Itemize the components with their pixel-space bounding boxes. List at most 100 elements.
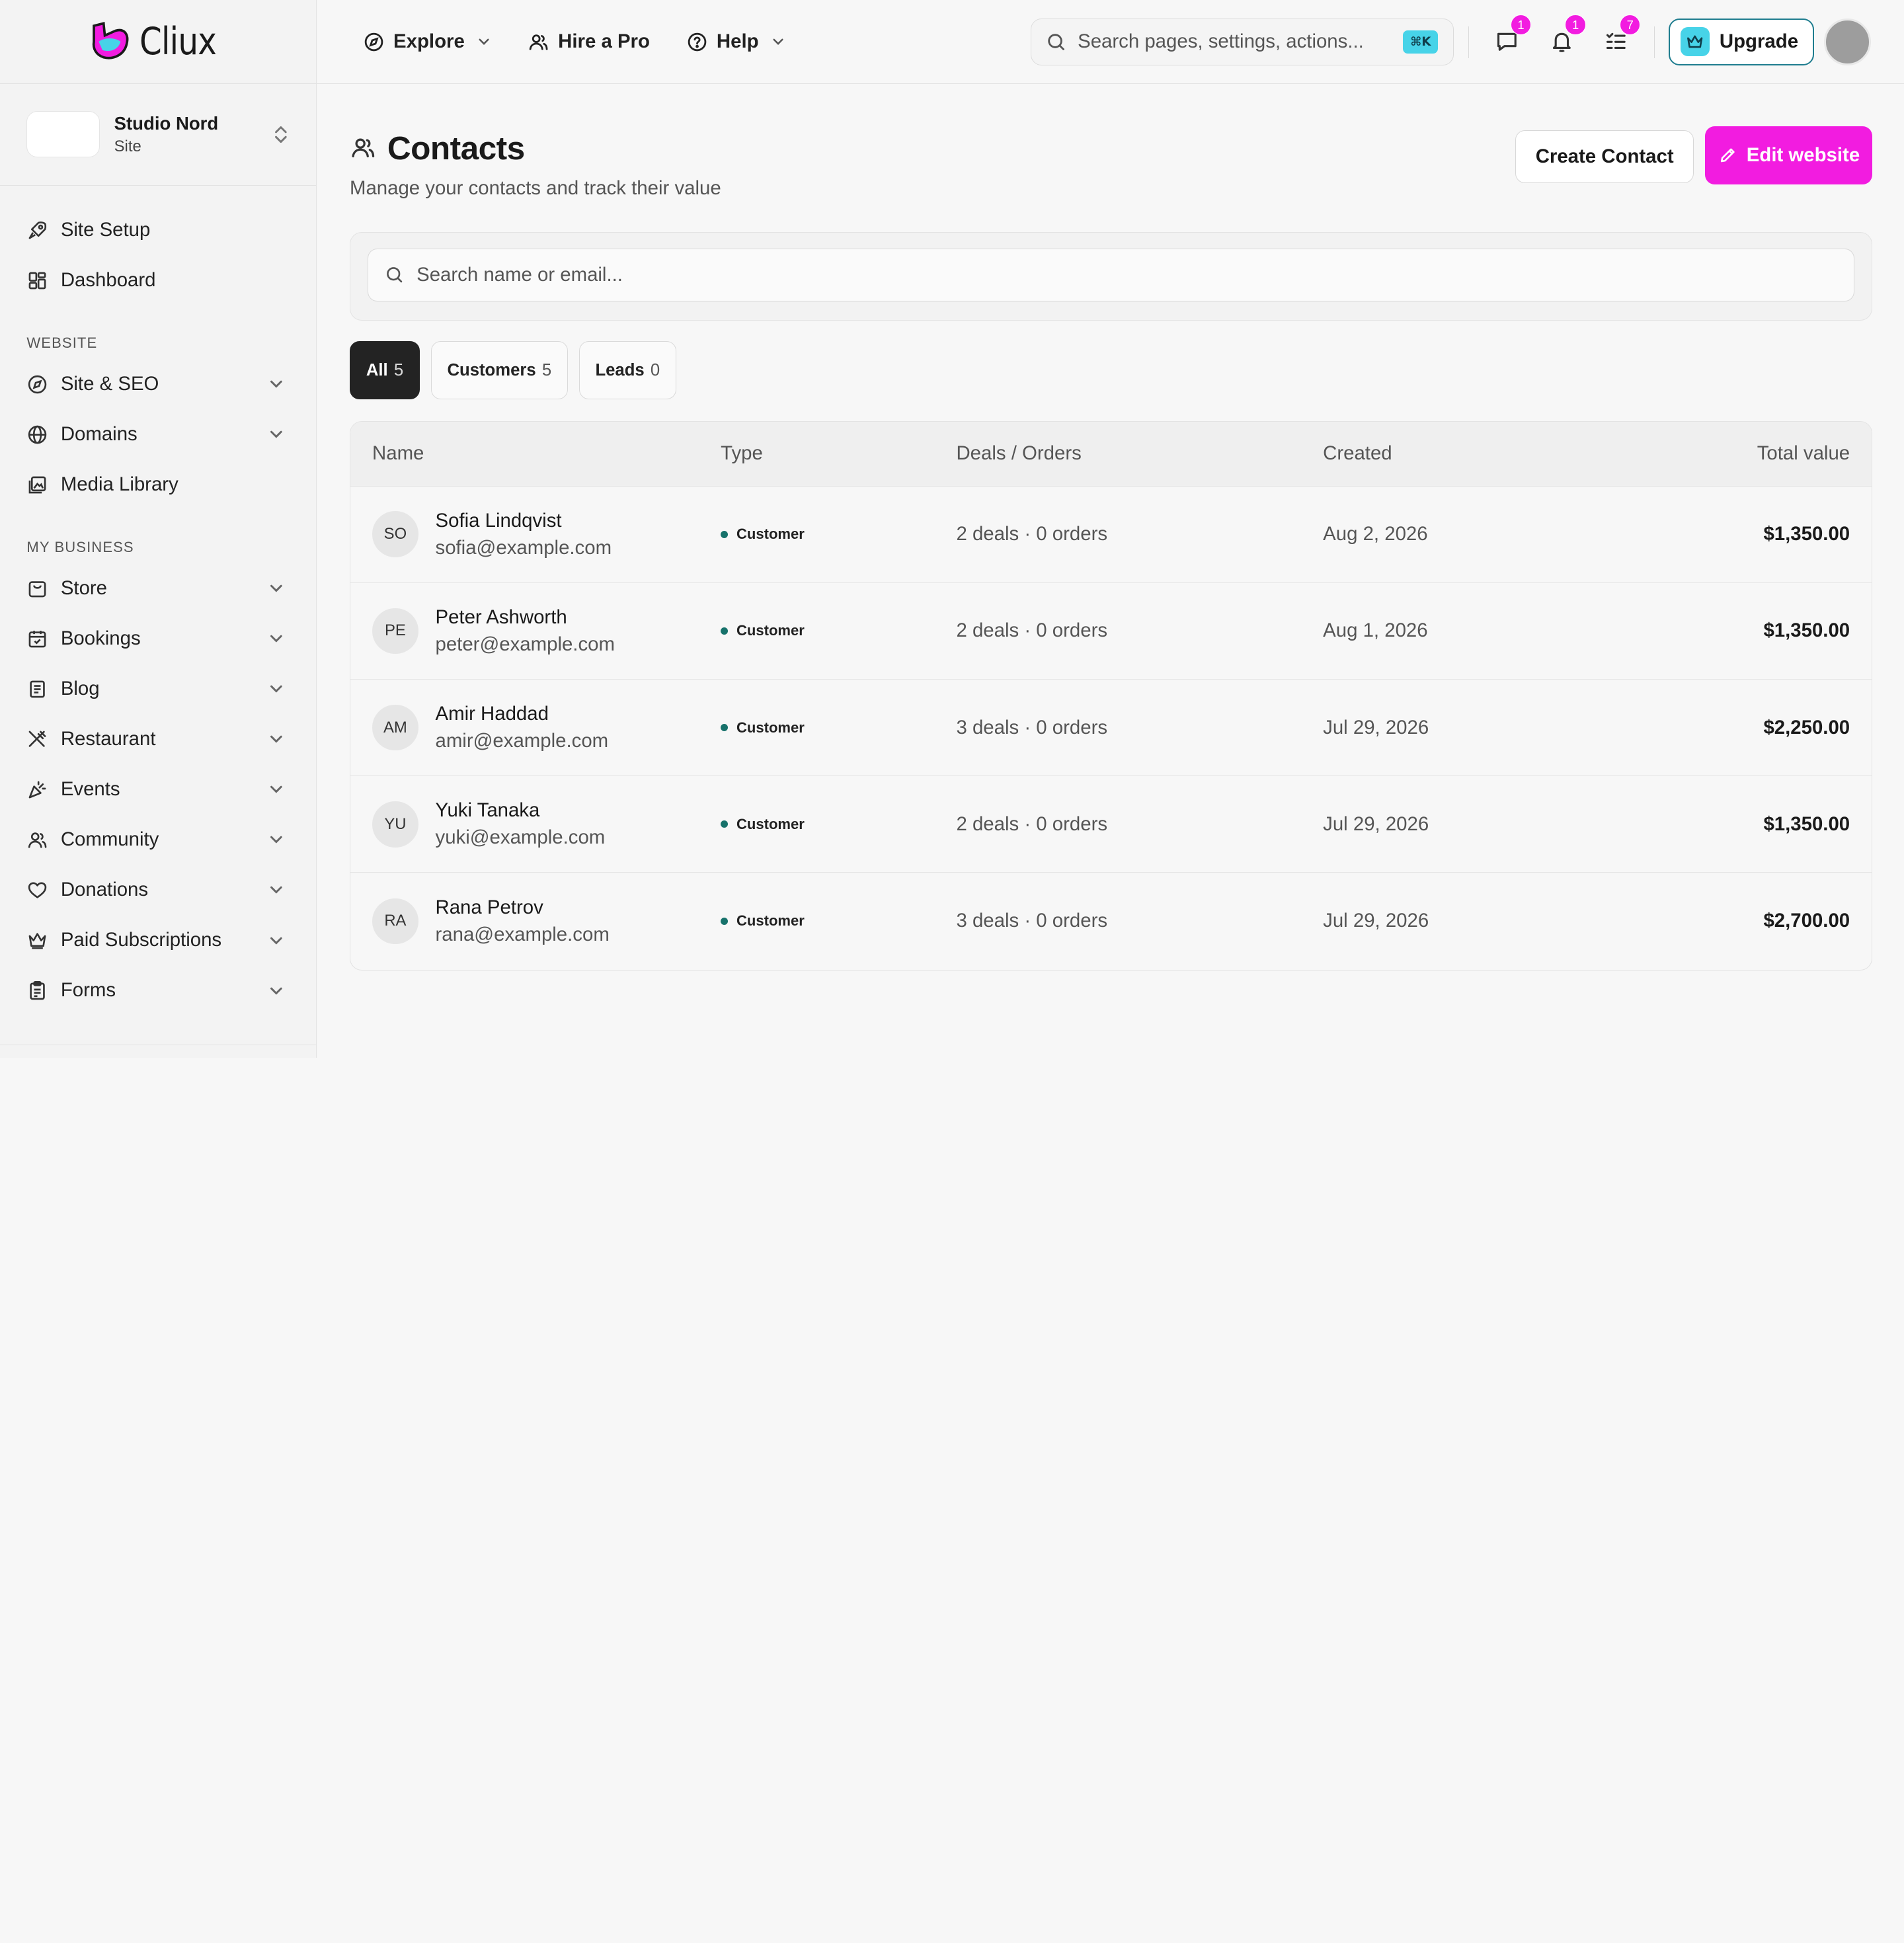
- store-icon: [26, 578, 48, 600]
- filter-label: Customers: [447, 360, 536, 379]
- type-cell: Customer: [721, 526, 956, 543]
- sidebar-item-community[interactable]: Community: [0, 814, 316, 865]
- contact-name: Peter Ashworth: [435, 606, 567, 628]
- chevron-down-icon: [270, 584, 282, 592]
- search-icon: [1048, 34, 1065, 50]
- sidebar-item-site-seo[interactable]: Site & SEO: [0, 359, 316, 409]
- topbar: Explore Hire a Pro Help ⌘K 1: [317, 0, 1904, 84]
- logo-mark-icon: [92, 22, 128, 59]
- created-cell: Aug 2, 2026: [1323, 523, 1428, 545]
- contact-cell: SO Sofia Lindqvist sofia@example.com: [350, 510, 721, 559]
- messages-button[interactable]: 1: [1492, 15, 1532, 56]
- sidebar-item-bookings[interactable]: Bookings: [0, 614, 316, 664]
- column-header-type[interactable]: Type: [721, 442, 956, 465]
- menu-label: Explore: [393, 30, 465, 53]
- table-row[interactable]: PE Peter Ashworth peter@example.com Cust…: [350, 583, 1872, 680]
- notifications-button[interactable]: 1: [1547, 15, 1586, 56]
- created-cell: Jul 29, 2026: [1323, 813, 1429, 835]
- menu-label: Hire a Pro: [558, 30, 650, 53]
- filter-customers[interactable]: Customers 5: [430, 341, 569, 400]
- chevron-down-icon: [270, 736, 282, 743]
- total-cell: $1,350.00: [1763, 523, 1850, 545]
- chevron-down-icon: [479, 38, 489, 46]
- filter-count: 5: [541, 360, 552, 379]
- tasks-button[interactable]: 7: [1602, 15, 1641, 56]
- avatar: AM: [372, 704, 418, 751]
- contact-name: Amir Haddad: [435, 702, 549, 725]
- contacts-table: Name Type Deals / Orders Created Total v…: [349, 421, 1873, 971]
- app-root: Cliux Studio Nord Site Site Setup Dashbo…: [0, 0, 1904, 1058]
- contact-search-input[interactable]: [416, 264, 1837, 287]
- site-name: Studio Nord: [114, 112, 219, 134]
- menu-explore[interactable]: Explore: [363, 30, 491, 53]
- column-header-created[interactable]: Created: [1323, 442, 1626, 465]
- total-cell: $2,700.00: [1763, 910, 1850, 932]
- deals-cell: 2 deals · 0 orders: [956, 813, 1108, 835]
- filter-label: Leads: [595, 360, 645, 379]
- menu-hire-a-pro[interactable]: Hire a Pro: [528, 30, 650, 53]
- filter-leads[interactable]: Leads 0: [578, 341, 677, 400]
- blog-icon: [26, 678, 48, 700]
- sidebar-item-label: Restaurant: [60, 728, 156, 750]
- sidebar-item-label: Domains: [60, 423, 138, 446]
- global-search-input[interactable]: [1078, 30, 1392, 54]
- total-cell: $1,350.00: [1763, 619, 1850, 642]
- logo[interactable]: Cliux: [87, 19, 230, 65]
- sidebar-item-forms[interactable]: Forms: [0, 965, 316, 1015]
- table-row[interactable]: YU Yuki Tanaka yuki@example.com Customer…: [350, 776, 1872, 873]
- column-header-total[interactable]: Total value: [1626, 442, 1872, 465]
- tasks-badge: 7: [1620, 15, 1641, 36]
- site-switcher[interactable]: Studio Nord Site: [0, 84, 317, 186]
- contact-email: amir@example.com: [435, 730, 609, 752]
- sidebar-section-website: WEBSITE: [26, 335, 98, 352]
- contact-cell: AM Amir Haddad amir@example.com: [350, 703, 721, 752]
- users-icon: [529, 34, 548, 50]
- table-row[interactable]: AM Amir Haddad amir@example.com Customer…: [350, 680, 1872, 777]
- menu-help[interactable]: Help: [686, 30, 785, 53]
- contact-info: Sofia Lindqvist sofia@example.com: [436, 510, 612, 559]
- top-menu: Explore Hire a Pro Help: [363, 0, 785, 84]
- sidebar-item-store[interactable]: Store: [0, 563, 316, 614]
- crown-icon: [1681, 27, 1710, 57]
- table-row[interactable]: RA Rana Petrov rana@example.com Customer…: [350, 873, 1872, 969]
- column-header-name[interactable]: Name: [350, 442, 721, 465]
- sidebar-item-donations[interactable]: Donations: [0, 865, 316, 915]
- edit-website-button[interactable]: Edit website: [1704, 126, 1873, 185]
- contact-cell: YU Yuki Tanaka yuki@example.com: [350, 799, 721, 849]
- compass-icon: [26, 374, 48, 395]
- sidebar-item-label: Dashboard: [60, 269, 156, 292]
- sidebar-item-label: Forms: [60, 979, 116, 1002]
- sidebar-item-site-setup[interactable]: Site Setup: [0, 205, 316, 255]
- table-row[interactable]: SO Sofia Lindqvist sofia@example.com Cus…: [350, 487, 1872, 583]
- avatar: PE: [372, 608, 418, 654]
- filter-tabs: All 5 Customers 5 Leads 0: [349, 341, 1872, 400]
- title-row: Contacts: [350, 129, 525, 167]
- sidebar-item-restaurant[interactable]: Restaurant: [0, 714, 316, 764]
- user-avatar[interactable]: [1823, 18, 1872, 66]
- calendar-icon: [26, 628, 48, 650]
- upgrade-label: Upgrade: [1719, 30, 1799, 53]
- sidebar-item-label: Community: [60, 828, 159, 851]
- filter-all[interactable]: All 5: [349, 341, 420, 400]
- menu-label: Help: [716, 30, 759, 53]
- sidebar-item-domains[interactable]: Domains: [0, 409, 316, 459]
- sidebar-item-events[interactable]: Events: [0, 764, 316, 814]
- sidebar-item-dashboard[interactable]: Dashboard: [0, 255, 316, 305]
- messages-badge: 1: [1510, 15, 1532, 36]
- sidebar-item-label: Donations: [60, 879, 149, 901]
- image-library-icon: [26, 474, 48, 496]
- sidebar-item-media-library[interactable]: Media Library: [0, 459, 316, 510]
- contact-email: yuki@example.com: [435, 826, 606, 849]
- sidebar-item-label: Media Library: [60, 473, 178, 496]
- upgrade-button[interactable]: Upgrade: [1668, 18, 1814, 66]
- create-contact-button[interactable]: Create Contact: [1515, 130, 1694, 184]
- column-header-deals[interactable]: Deals / Orders: [956, 442, 1323, 465]
- sidebar-item-blog[interactable]: Blog: [0, 664, 316, 714]
- sidebar-item-paid-subscriptions[interactable]: Paid Subscriptions: [0, 915, 316, 965]
- globe-icon: [26, 424, 48, 446]
- users-icon: [26, 829, 48, 851]
- chevron-updown-icon: [275, 126, 287, 143]
- global-search[interactable]: ⌘K: [1031, 18, 1454, 66]
- main-content: Contacts Manage your contacts and track …: [349, 84, 1873, 971]
- contact-search[interactable]: [367, 248, 1855, 302]
